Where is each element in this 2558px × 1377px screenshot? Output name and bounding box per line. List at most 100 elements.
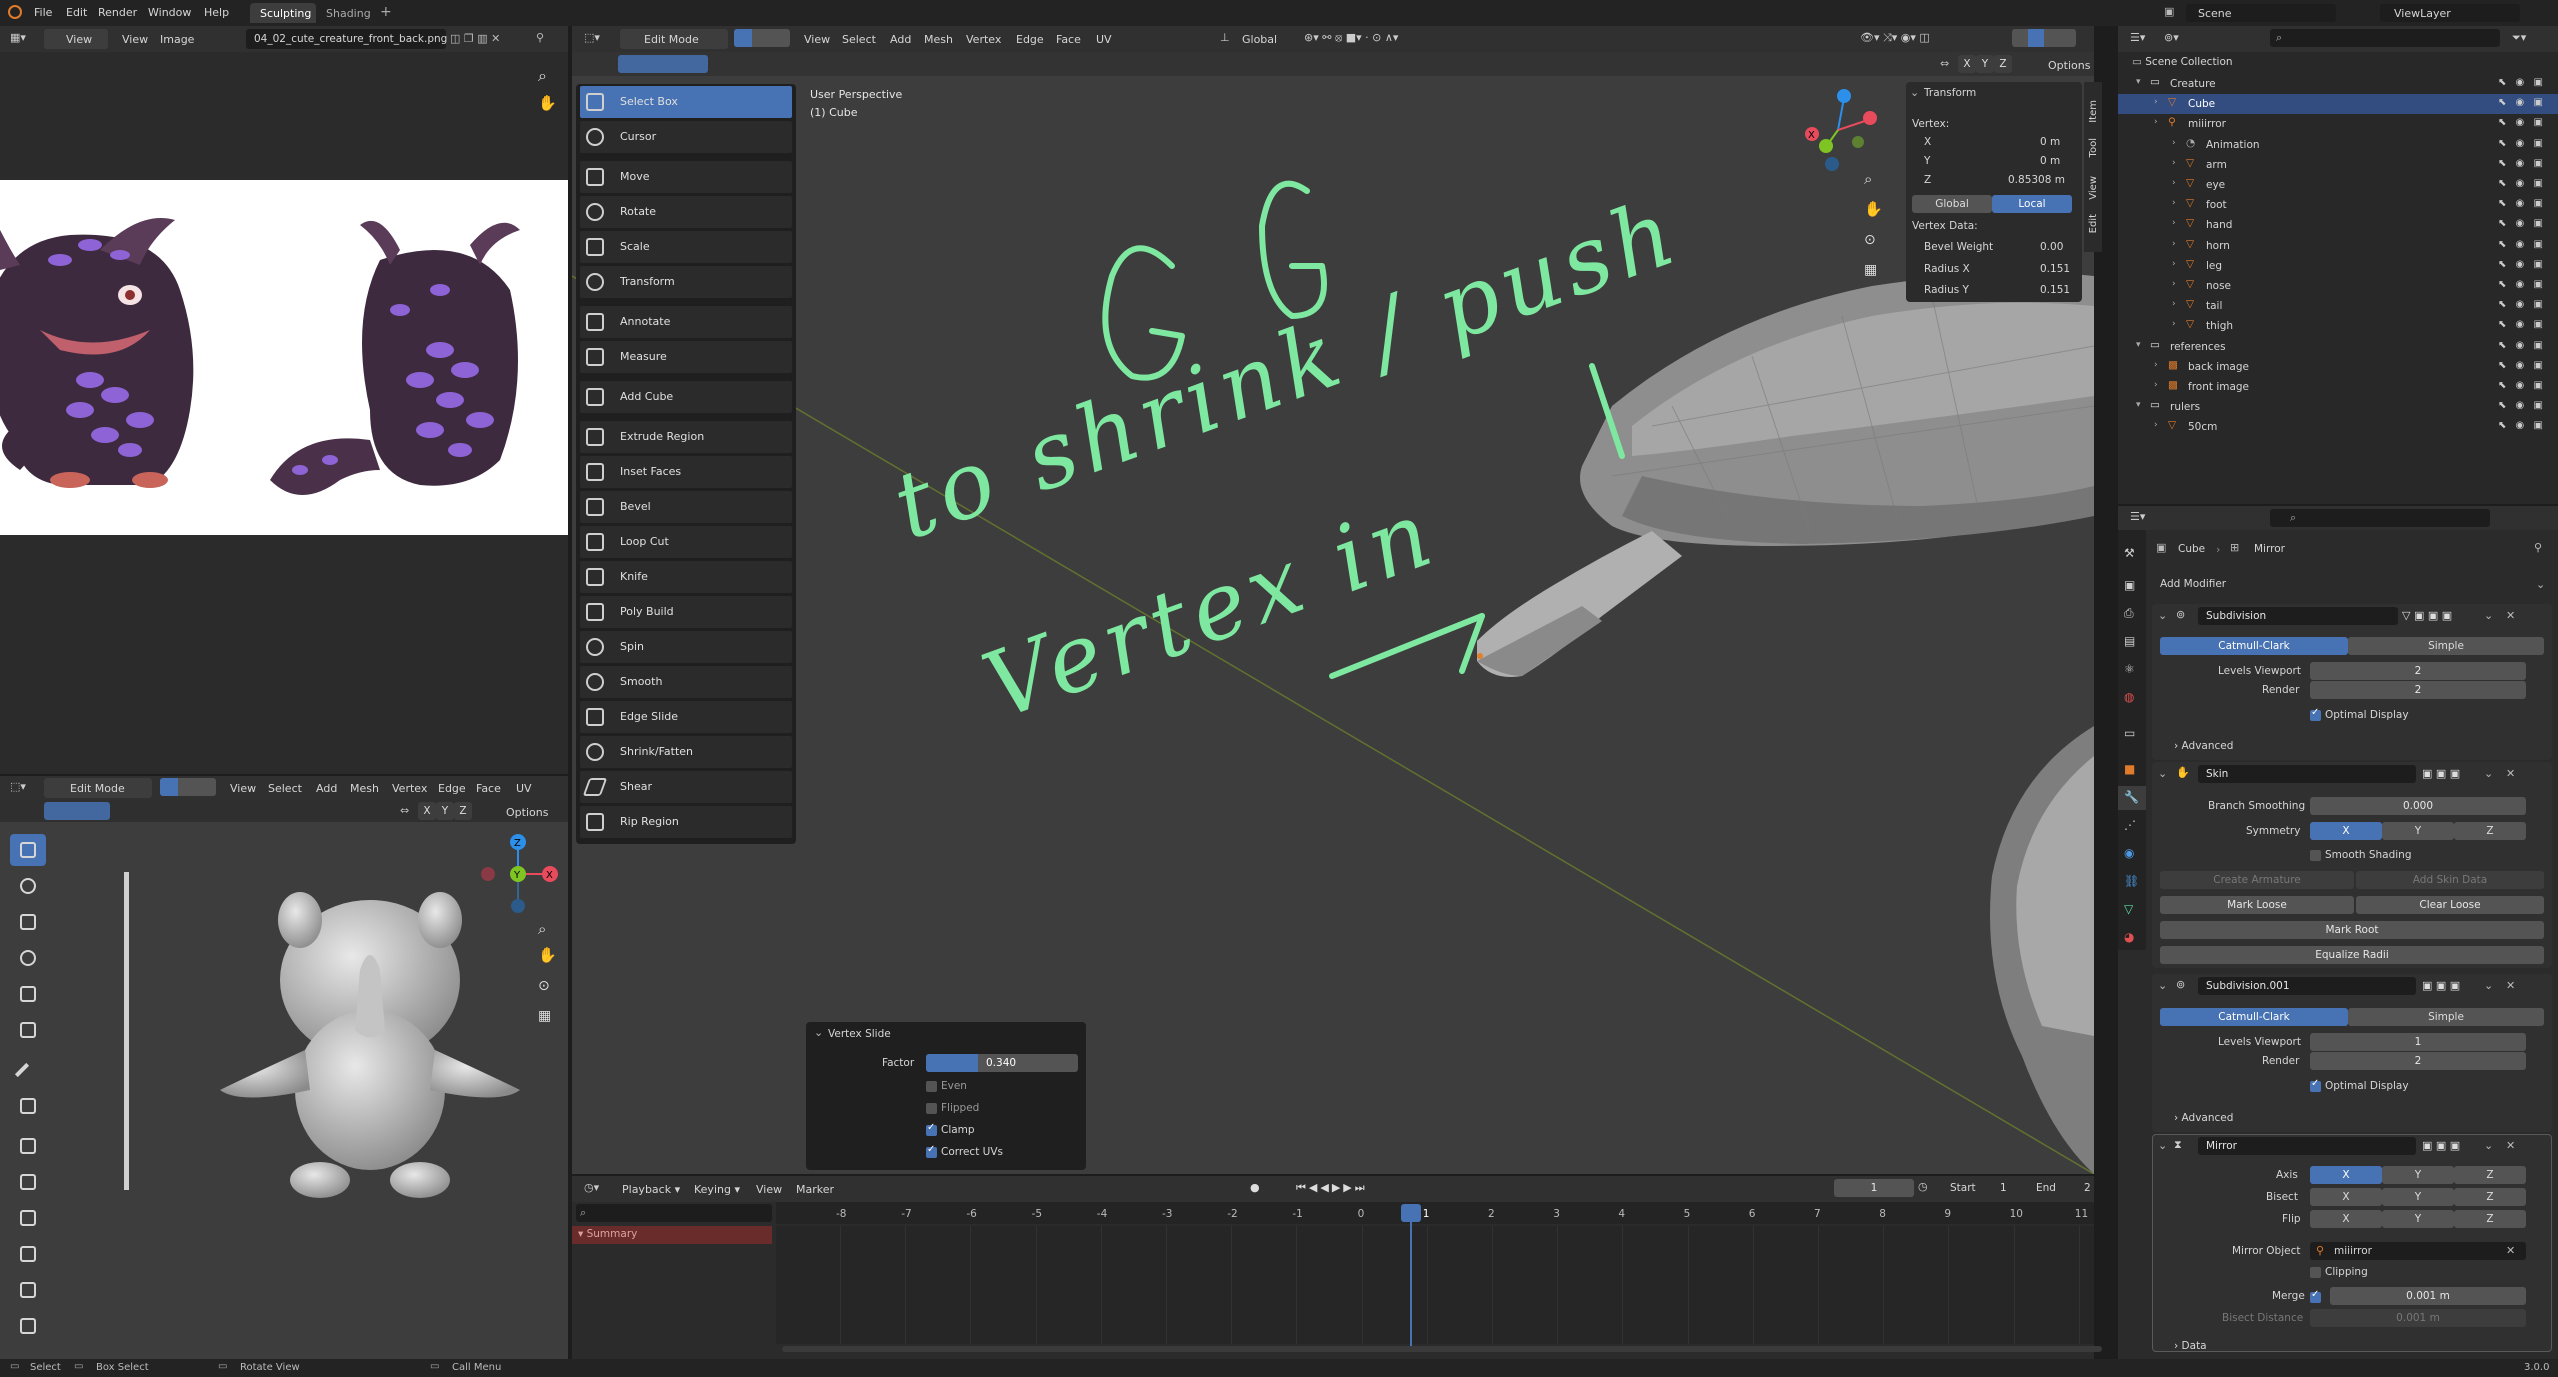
expand-arrow-icon[interactable]: › [2154, 97, 2158, 107]
visibility-toggle-icons[interactable]: ⬉ ◉ ▣ [2498, 178, 2546, 189]
small-tool-addcube-icon[interactable] [10, 1130, 46, 1162]
small-tool-transform-icon[interactable] [10, 1014, 46, 1046]
small-menu-face[interactable]: Face [476, 782, 501, 795]
visibility-toggle-icons[interactable]: ⬉ ◉ ▣ [2498, 279, 2546, 290]
subdiv-levels-field[interactable]: 2 [2310, 662, 2526, 680]
small-menu-uv[interactable]: UV [516, 782, 532, 795]
shading-buttons[interactable] [2012, 29, 2076, 47]
render-props-icon[interactable]: ▣ [2124, 578, 2135, 592]
mirror-bisect-y[interactable]: Y [2382, 1188, 2454, 1206]
subdiv-dropdown-icon[interactable]: ⌄ [2484, 609, 2493, 622]
outliner-row-front-image[interactable]: › ▩ front image ⬉ ◉ ▣ [2118, 377, 2558, 397]
main-menu-select[interactable]: Select [842, 33, 876, 46]
global-toggle[interactable]: Global [1912, 195, 1992, 213]
local-toggle[interactable]: Local [1992, 195, 2072, 213]
subdiv2-render-field[interactable]: 2 [2310, 1052, 2526, 1070]
small-tool-cursor-icon[interactable] [10, 870, 46, 902]
mirror-object-clear-icon[interactable]: ✕ [2506, 1244, 2515, 1257]
small-menu-add[interactable]: Add [316, 782, 337, 795]
even-checkbox[interactable]: Even [926, 1080, 967, 1092]
correct-uvs-checkbox[interactable]: Correct UVs [926, 1144, 1003, 1158]
expand-arrow-icon[interactable]: › [2172, 218, 2176, 228]
visibility-toggle-icons[interactable]: ⬉ ◉ ▣ [2498, 138, 2546, 149]
subdiv-collapse-icon[interactable]: ⌄ [2158, 609, 2167, 622]
tool-cursor[interactable]: Cursor [580, 121, 792, 153]
subdiv2-collapse-icon[interactable]: ⌄ [2158, 979, 2167, 992]
tool-transform[interactable]: Transform [580, 266, 792, 298]
main-menu-edge[interactable]: Edge [1016, 33, 1044, 46]
expand-arrow-icon[interactable]: › [2154, 380, 2158, 390]
visibility-toggle-icons[interactable]: ⬉ ◉ ▣ [2498, 420, 2546, 431]
mirror-bisect-distance-field[interactable]: 0.001 m [2310, 1309, 2526, 1327]
properties-search-field[interactable] [2270, 509, 2490, 527]
timeline-keyframe-area[interactable] [776, 1226, 2094, 1344]
npanel-tab-item[interactable]: Item [2088, 100, 2099, 123]
small-tool-loopcut-icon[interactable] [10, 1274, 46, 1306]
npanel-tab-tool[interactable]: Tool [2088, 138, 2099, 157]
tool-move[interactable]: Move [580, 161, 792, 193]
outliner-row-thigh[interactable]: › ▽ thigh ⬉ ◉ ▣ [2118, 316, 2558, 336]
expand-arrow-icon[interactable]: › [2154, 117, 2158, 127]
menu-help[interactable]: Help [204, 6, 229, 19]
outliner-row-50cm[interactable]: › ▽ 50cm ⬉ ◉ ▣ [2118, 417, 2558, 437]
outliner-row-miiirror[interactable]: › ⚲ miiirror ⬉ ◉ ▣ [2118, 114, 2558, 134]
main-camera-icon[interactable]: ⊙ [1864, 232, 1876, 248]
expand-arrow-icon[interactable]: › [2154, 360, 2158, 370]
scene-icon[interactable]: ▣ [2164, 5, 2174, 18]
main-z-toggle[interactable]: Z [1994, 55, 2012, 73]
expand-arrow-icon[interactable]: › [2172, 158, 2176, 168]
skin-dropdown-icon[interactable]: ⌄ [2484, 767, 2493, 780]
visibility-toggle-icons[interactable]: ⬉ ◉ ▣ [2498, 400, 2546, 411]
add-workspace-button[interactable]: + [380, 4, 392, 20]
subdiv2-close-icon[interactable]: ✕ [2506, 979, 2515, 992]
small-zoom-icon[interactable]: ⌕ [538, 920, 546, 938]
timeline-menu-marker[interactable]: Marker [796, 1183, 834, 1196]
add-skin-data-button[interactable]: Add Skin Data [2356, 871, 2544, 889]
small-z-toggle[interactable]: Z [454, 802, 472, 820]
small-tool-annotate-icon[interactable] [10, 1054, 46, 1086]
current-frame-field[interactable]: 1 [1834, 1179, 1914, 1197]
pan-hand-icon[interactable]: ✋ [538, 94, 557, 112]
blender-logo-icon[interactable] [8, 5, 22, 19]
skin-symmetry-x[interactable]: X [2310, 822, 2382, 840]
tool-props-icon[interactable]: ⚒ [2124, 546, 2135, 560]
menu-file[interactable]: File [34, 6, 52, 19]
orientation-icon[interactable]: ⊥ [1220, 31, 1230, 44]
main-vertex-mode[interactable] [734, 29, 752, 47]
main-menu-mesh[interactable]: Mesh [924, 33, 953, 46]
tool-knife[interactable]: Knife [580, 561, 792, 593]
world-props-icon[interactable]: ◍ [2124, 690, 2134, 704]
orientation-dropdown[interactable]: Global [1242, 33, 1277, 46]
main-y-toggle[interactable]: Y [1976, 55, 1994, 73]
tool-shrink-fatten[interactable]: Shrink/Fatten [580, 736, 792, 768]
create-armature-button[interactable]: Create Armature [2160, 871, 2354, 889]
subdiv-close-icon[interactable]: ✕ [2506, 609, 2515, 622]
main-mirror-icon[interactable]: ⇔ [1940, 57, 1949, 70]
visibility-toggle-icons[interactable]: ⬉ ◉ ▣ [2498, 97, 2546, 108]
small-editor-type-icon[interactable]: ⬚▾ [10, 780, 26, 793]
zoom-icon[interactable]: ⌕ [538, 66, 547, 86]
main-grid-icon[interactable]: ▦ [1864, 262, 1877, 278]
subdiv-render-field[interactable]: 2 [2310, 681, 2526, 699]
mirror-merge-checkbox[interactable] [2310, 1289, 2325, 1303]
mirror-collapse-icon[interactable]: ⌄ [2158, 1139, 2167, 1152]
vertex-slide-chevron-icon[interactable]: ⌄ [814, 1026, 823, 1039]
expand-arrow-icon[interactable]: ▾ [2136, 340, 2141, 350]
material-props-icon[interactable]: ◕ [2124, 930, 2134, 944]
menu-render[interactable]: Render [98, 6, 137, 19]
subdiv2-name-field[interactable]: Subdivision.001 [2198, 977, 2416, 995]
small-tool-bevel-icon[interactable] [10, 1238, 46, 1270]
expand-arrow-icon[interactable]: › [2172, 299, 2176, 309]
small-y-toggle[interactable]: Y [436, 802, 454, 820]
small-tool-scale-icon[interactable] [10, 978, 46, 1010]
skin-symmetry-z[interactable]: Z [2454, 822, 2526, 840]
visibility-toggle-icons[interactable]: ⬉ ◉ ▣ [2498, 218, 2546, 229]
visibility-toggle-icons[interactable]: ⬉ ◉ ▣ [2498, 158, 2546, 169]
solid-shading-button[interactable] [2028, 29, 2044, 47]
visibility-toggle-icons[interactable]: ⬉ ◉ ▣ [2498, 319, 2546, 330]
image-menu-image[interactable]: Image [160, 33, 194, 46]
outliner-row-nose[interactable]: › ▽ nose ⬉ ◉ ▣ [2118, 276, 2558, 296]
object-props-icon[interactable]: ■ [2124, 762, 2135, 776]
main-menu-view[interactable]: View [804, 33, 830, 46]
playhead-line[interactable] [1410, 1204, 1412, 1346]
